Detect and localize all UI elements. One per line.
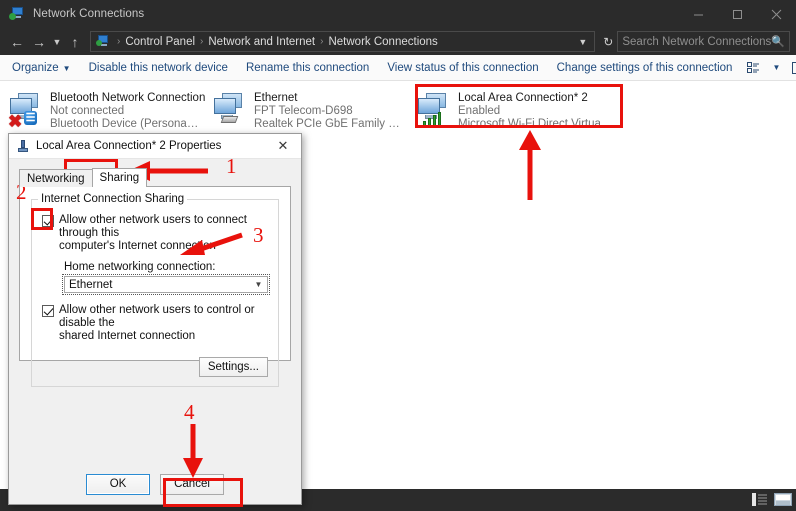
search-input[interactable]: Search Network Connections 🔍 xyxy=(617,31,790,52)
bluetooth-icon: ☰ xyxy=(24,111,37,125)
breadcrumb-control-panel[interactable]: Control Panel xyxy=(122,36,198,48)
dialog-title: Local Area Connection* 2 Properties xyxy=(36,140,221,152)
tab-networking[interactable]: Networking xyxy=(19,169,93,187)
connection-status: Not connected xyxy=(50,105,200,118)
dialog-tabs: Networking Sharing xyxy=(19,168,291,187)
breadcrumb-network-and-internet[interactable]: Network and Internet xyxy=(205,36,318,48)
allow-control-label: Allow other network users to control or … xyxy=(59,304,268,343)
title-bar: Network Connections xyxy=(0,0,796,28)
home-networking-label: Home networking connection: xyxy=(64,261,268,273)
annotation-arrow-to-ok-button xyxy=(180,424,206,480)
group-legend: Internet Connection Sharing xyxy=(38,193,187,205)
refresh-icon[interactable]: ↻ xyxy=(599,35,617,49)
annotation-box-ok-button xyxy=(163,478,243,507)
details-view-icon[interactable] xyxy=(774,493,790,507)
address-chevron-down-icon[interactable]: ▼ xyxy=(573,37,592,47)
network-adapter-icon xyxy=(16,139,30,153)
change-settings-button[interactable]: Change settings of this connection xyxy=(548,62,742,74)
annotation-box-local-area-connection xyxy=(415,84,623,128)
chevron-down-icon: ▼ xyxy=(63,64,71,73)
allow-control-checkbox-row[interactable]: Allow other network users to control or … xyxy=(42,304,268,343)
breadcrumb-separator: › xyxy=(198,36,205,47)
dialog-footer: OK Cancel xyxy=(9,470,301,504)
breadcrumb-network-connections[interactable]: Network Connections xyxy=(325,36,440,48)
preview-pane-icon[interactable] xyxy=(786,62,796,74)
annotation-number-4: 4 xyxy=(184,402,195,423)
view-options-icon[interactable] xyxy=(741,62,766,74)
disable-network-device-button[interactable]: Disable this network device xyxy=(80,62,237,74)
network-adapter-icon: ✖ ☰ xyxy=(8,91,44,127)
address-bar: ← → ▼ ↑ › Control Panel › Network and In… xyxy=(0,28,796,55)
maximize-icon[interactable] xyxy=(718,0,757,28)
rename-connection-button[interactable]: Rename this connection xyxy=(237,62,378,74)
connection-device: Realtek PCIe GbE Family Controller xyxy=(254,118,404,131)
cable-icon xyxy=(220,114,240,125)
internet-connection-sharing-group: Internet Connection Sharing Allow other … xyxy=(31,199,279,387)
allow-control-line2: shared Internet connection xyxy=(59,330,195,342)
annotation-number-3: 3 xyxy=(253,225,264,246)
search-placeholder: Search Network Connections xyxy=(622,36,771,48)
command-bar: Organize▼ Disable this network device Re… xyxy=(0,55,796,81)
view-options-chevron-down-icon[interactable]: ▼ xyxy=(766,63,786,72)
connection-item-ethernet[interactable]: Ethernet FPT Telecom-D698 Realtek PCIe G… xyxy=(204,87,408,135)
window-title: Network Connections xyxy=(33,8,144,20)
list-view-icon[interactable] xyxy=(752,493,768,507)
view-status-button[interactable]: View status of this connection xyxy=(378,62,547,74)
control-panel-icon xyxy=(96,35,111,48)
annotation-box-allow-connect-checkbox xyxy=(31,208,53,230)
settings-button[interactable]: Settings... xyxy=(199,357,268,377)
close-icon[interactable] xyxy=(757,0,796,28)
recent-locations-chevron-down-icon[interactable]: ▼ xyxy=(50,37,64,47)
settings-button-row: Settings... xyxy=(42,357,268,377)
dialog-title-bar: Local Area Connection* 2 Properties ✕ xyxy=(9,134,301,159)
connection-device: Bluetooth Device (Personal Area ... xyxy=(50,118,200,131)
home-networking-dropdown[interactable]: Ethernet ▼ xyxy=(64,276,268,293)
connection-item-bluetooth[interactable]: ✖ ☰ Bluetooth Network Connection Not con… xyxy=(0,87,204,135)
home-networking-value: Ethernet xyxy=(65,279,250,291)
breadcrumb-separator: › xyxy=(318,36,325,47)
close-icon[interactable]: ✕ xyxy=(265,134,301,159)
chevron-down-icon: ▼ xyxy=(250,277,267,292)
network-connections-icon xyxy=(9,7,25,21)
connection-name: Ethernet xyxy=(254,92,404,105)
network-adapter-icon xyxy=(212,91,248,127)
connection-status: FPT Telecom-D698 xyxy=(254,105,404,118)
allow-control-line1: Allow other network users to control or … xyxy=(59,304,255,329)
dialog-body: Networking Sharing Internet Connection S… xyxy=(9,159,301,470)
breadcrumb[interactable]: › Control Panel › Network and Internet ›… xyxy=(90,31,595,52)
breadcrumb-separator: › xyxy=(115,36,122,47)
up-arrow-icon[interactable]: ↑ xyxy=(64,31,86,53)
ok-button[interactable]: OK xyxy=(86,474,150,495)
tab-sharing[interactable]: Sharing xyxy=(92,168,148,187)
connection-properties-dialog: Local Area Connection* 2 Properties ✕ Ne… xyxy=(8,133,302,505)
back-arrow-icon[interactable]: ← xyxy=(6,31,28,53)
home-networking-section: Home networking connection: Ethernet ▼ xyxy=(64,261,268,293)
forward-arrow-icon[interactable]: → xyxy=(28,31,50,53)
annotation-arrow-to-home-networking xyxy=(176,231,246,257)
disconnected-x-icon: ✖ xyxy=(8,113,22,130)
sharing-tab-panel: Internet Connection Sharing Allow other … xyxy=(19,186,291,361)
window-controls xyxy=(679,0,796,28)
organize-button[interactable]: Organize▼ xyxy=(8,62,80,74)
minimize-icon[interactable] xyxy=(679,0,718,28)
connection-name: Bluetooth Network Connection xyxy=(50,92,200,105)
annotation-arrow-to-connection xyxy=(514,128,546,202)
search-icon: 🔍 xyxy=(771,35,785,48)
allow-control-checkbox[interactable] xyxy=(42,305,54,317)
